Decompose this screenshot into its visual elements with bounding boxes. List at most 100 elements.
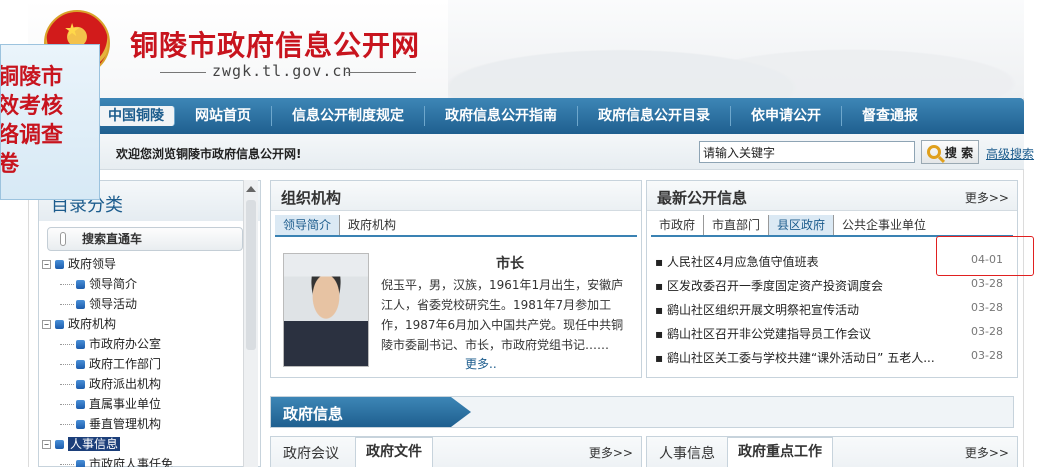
tab-personnel-info[interactable]: 人事信息 bbox=[659, 443, 715, 463]
tree-connector bbox=[60, 384, 74, 385]
item-dot-icon bbox=[76, 380, 85, 389]
nav-item-tongling[interactable]: 中国铜陵 bbox=[98, 106, 175, 126]
gov-info-title: 政府信息 bbox=[283, 405, 344, 423]
date-highlight-annotation bbox=[936, 236, 1034, 276]
news-date: 03-28 bbox=[971, 349, 1003, 362]
tree-node-label-selected: 人事信息 bbox=[68, 437, 121, 451]
search-button[interactable]: 搜 索 bbox=[921, 140, 979, 164]
tree-leaf[interactable]: 政府工作部门 bbox=[60, 354, 161, 374]
item-dot-icon bbox=[76, 360, 85, 369]
gov-info-banner: 政府信息 bbox=[270, 396, 1014, 428]
collapse-icon[interactable]: − bbox=[42, 260, 51, 269]
org-panel-header: 组织机构 bbox=[271, 181, 641, 211]
news-date: 03-28 bbox=[971, 277, 1003, 290]
search-bar: 欢迎您浏览铜陵市政府信息公开网! 搜 索 高级搜索 bbox=[28, 134, 1034, 170]
floating-survey-banner[interactable]: 铜陵市 效考核 络调查 卷 关闭 bbox=[0, 44, 100, 200]
tab-leader-intro[interactable]: 领导简介 bbox=[275, 215, 341, 235]
news-title[interactable]: ▪ 区发改委召开一季度固定资产投资调度会 bbox=[655, 277, 883, 294]
item-dot-icon bbox=[76, 400, 85, 409]
nav-item-home[interactable]: 网站首页 bbox=[175, 106, 272, 126]
nav-item-catalog[interactable]: 政府信息公开目录 bbox=[578, 106, 731, 126]
tree-leaf-label: 领导活动 bbox=[89, 297, 138, 311]
news-more-link[interactable]: 更多>> bbox=[965, 189, 1009, 206]
item-dot-icon bbox=[76, 420, 85, 429]
personnel-more-link[interactable]: 更多>> bbox=[965, 444, 1009, 461]
mayor-bio: 倪玉平，男，汉族，1961年1月出生，安徽庐江人，省委党校研究生。1981年7月… bbox=[381, 278, 624, 352]
nav-item-supervision[interactable]: 督查通报 bbox=[842, 106, 938, 126]
search-direct-label: 搜索直通车 bbox=[82, 232, 143, 246]
tree-leaf-label: 市政府办公室 bbox=[89, 337, 162, 351]
welcome-text: 欢迎您浏览铜陵市政府信息公开网! bbox=[116, 147, 302, 161]
tab-county-gov[interactable]: 县区政府 bbox=[769, 215, 835, 235]
tree-node[interactable]: − 政府领导 bbox=[42, 254, 116, 274]
mayor-photo[interactable] bbox=[283, 253, 369, 367]
scroll-up-arrow-icon[interactable] bbox=[246, 186, 256, 192]
folder-dot-icon bbox=[55, 440, 64, 449]
tree-leaf-label: 政府工作部门 bbox=[89, 357, 162, 371]
search-direct-button[interactable]: 搜索直通车 bbox=[47, 227, 243, 251]
news-title[interactable]: ▪ 鹞山社区关工委与学校共建“课外活动日” 五老人... bbox=[655, 349, 935, 366]
item-dot-icon bbox=[76, 340, 85, 349]
tab-gov-documents[interactable]: 政府文件 bbox=[355, 437, 433, 467]
tree-node-label: 政府机构 bbox=[68, 317, 117, 331]
advanced-search-link[interactable]: 高级搜索 bbox=[986, 145, 1034, 162]
tab-key-work[interactable]: 政府重点工作 bbox=[727, 437, 833, 467]
folder-dot-icon bbox=[55, 320, 64, 329]
tree-leaf[interactable]: 市政府办公室 bbox=[60, 334, 161, 354]
tab-gov-org[interactable]: 政府机构 bbox=[340, 215, 404, 235]
scroll-thumb[interactable] bbox=[246, 200, 256, 350]
item-dot-icon bbox=[76, 280, 85, 289]
org-tabs: 领导简介 政府机构 bbox=[275, 215, 637, 237]
tree-connector bbox=[60, 304, 74, 305]
tree-leaf[interactable]: 政府派出机构 bbox=[60, 374, 161, 394]
tree-leaf[interactable]: 垂直管理机构 bbox=[60, 414, 161, 434]
site-domain: zwgk.tl.gov.cn bbox=[212, 62, 353, 80]
org-panel-title: 组织机构 bbox=[281, 189, 342, 207]
header-skyline-image bbox=[448, 0, 1024, 98]
collapse-icon[interactable]: − bbox=[42, 320, 51, 329]
domain-divider-left bbox=[160, 72, 206, 73]
news-panel-header: 最新公开信息 更多>> bbox=[647, 181, 1017, 211]
tab-public-enterprises[interactable]: 公共企事业单位 bbox=[834, 215, 934, 235]
nav-item-regulations[interactable]: 信息公开制度规定 bbox=[272, 106, 425, 126]
collapse-icon[interactable]: − bbox=[42, 440, 51, 449]
tree-node[interactable]: − 人事信息 bbox=[42, 434, 121, 454]
toggle-knob-icon bbox=[60, 232, 66, 246]
news-tabs: 市政府 市直部门 县区政府 公共企事业单位 bbox=[651, 215, 1013, 237]
site-title[interactable]: 铜陵市政府信息公开网 bbox=[130, 24, 420, 64]
mayor-role: 市长 bbox=[496, 256, 524, 272]
search-input[interactable] bbox=[699, 141, 915, 163]
search-button-label: 搜 索 bbox=[944, 145, 974, 160]
tree-leaf-label: 市政府人事任免 bbox=[89, 457, 174, 467]
tree-connector bbox=[60, 344, 74, 345]
gov-docs-more-link[interactable]: 更多>> bbox=[589, 444, 633, 461]
news-title[interactable]: ▪ 人民社区4月应急值守值班表 bbox=[655, 253, 819, 270]
tree-leaf[interactable]: 市政府人事任免 bbox=[60, 454, 173, 467]
news-title[interactable]: ▪ 鹞山社区组织开展文明祭祀宣传活动 bbox=[655, 301, 859, 318]
sidebar-scrollbar[interactable] bbox=[243, 180, 258, 467]
domain-divider-right bbox=[346, 72, 416, 73]
gov-docs-panel: 政府会议 政府文件 更多>> bbox=[270, 436, 642, 467]
nav-item-apply[interactable]: 依申请公开 bbox=[731, 106, 842, 126]
news-item[interactable]: ▪ 区发改委召开一季度固定资产投资调度会 03-28 bbox=[655, 275, 1007, 297]
mayor-more-link[interactable]: 更多.. bbox=[465, 355, 497, 372]
tab-city-departments[interactable]: 市直部门 bbox=[704, 215, 770, 235]
nav-item-guide[interactable]: 政府信息公开指南 bbox=[425, 106, 578, 126]
tree-leaf[interactable]: 领导活动 bbox=[60, 294, 137, 314]
tab-gov-meetings[interactable]: 政府会议 bbox=[283, 443, 339, 463]
main-nav: 中国铜陵 网站首页 信息公开制度规定 政府信息公开指南 政府信息公开目录 依申请… bbox=[28, 98, 1024, 134]
tree-leaf-label: 直属事业单位 bbox=[89, 397, 162, 411]
news-item[interactable]: ▪ 鹞山社区组织开展文明祭祀宣传活动 03-28 bbox=[655, 299, 1007, 321]
tab-city-gov[interactable]: 市政府 bbox=[651, 215, 705, 235]
news-item[interactable]: ▪ 鹞山社区关工委与学校共建“课外活动日” 五老人... 03-28 bbox=[655, 347, 1007, 369]
tree-connector bbox=[60, 404, 74, 405]
emblem-star-icon: ★ bbox=[64, 20, 81, 41]
tree-node[interactable]: − 政府机构 bbox=[42, 314, 116, 334]
personnel-panel: 人事信息 政府重点工作 更多>> bbox=[646, 436, 1018, 467]
tree-connector bbox=[60, 364, 74, 365]
tree-leaf[interactable]: 直属事业单位 bbox=[60, 394, 161, 414]
news-title[interactable]: ▪ 鹞山社区召开非公党建指导员工作会议 bbox=[655, 325, 871, 342]
tree-connector bbox=[60, 464, 74, 465]
tree-leaf[interactable]: 领导简介 bbox=[60, 274, 137, 294]
news-item[interactable]: ▪ 鹞山社区召开非公党建指导员工作会议 03-28 bbox=[655, 323, 1007, 345]
